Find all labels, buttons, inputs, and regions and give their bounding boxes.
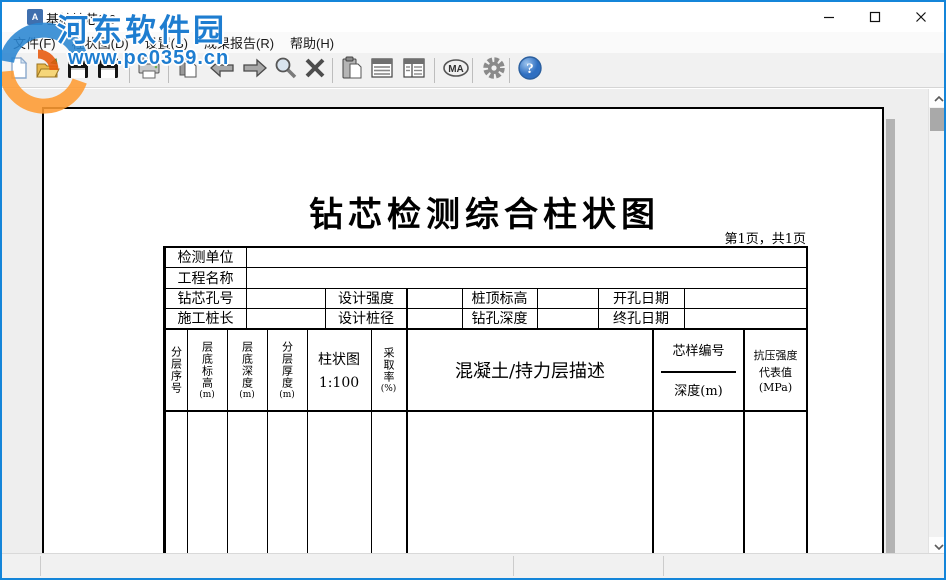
toolbar: MA ? bbox=[2, 53, 944, 88]
document-page: 钻芯检测综合柱状图 第1页，共1页 bbox=[42, 107, 884, 555]
page-number-label: 第1页，共1页 bbox=[606, 228, 806, 247]
statusbar bbox=[2, 553, 944, 578]
window-title: 基桩钻芯2.0 bbox=[46, 9, 116, 28]
col-header-layer-thickness: 分层厚度(m) bbox=[267, 331, 307, 409]
new-document-button[interactable] bbox=[5, 57, 32, 84]
info-label-design-strength: 设计强度 bbox=[325, 288, 407, 308]
info-label-design-diameter: 设计桩径 bbox=[325, 308, 407, 328]
help-icon: ? bbox=[517, 55, 543, 86]
printer-icon bbox=[136, 56, 162, 85]
ma-stamp-button[interactable]: MA bbox=[442, 57, 469, 84]
close-button[interactable] bbox=[898, 2, 944, 32]
toolbar-separator bbox=[509, 58, 510, 83]
forward-button[interactable] bbox=[241, 57, 268, 84]
info-label-end-date: 终孔日期 bbox=[598, 308, 684, 328]
clipboard-icon bbox=[340, 56, 364, 85]
scrollbar-thumb[interactable] bbox=[930, 108, 946, 131]
fraction-line bbox=[661, 371, 736, 373]
menu-result-report[interactable]: 成果报告(R) bbox=[196, 31, 282, 54]
maximize-icon bbox=[869, 11, 881, 23]
delete-button[interactable] bbox=[301, 57, 328, 84]
app-icon: A bbox=[27, 9, 43, 25]
minimize-icon bbox=[823, 11, 835, 23]
info-label-project-name: 工程名称 bbox=[165, 268, 246, 288]
print-button[interactable] bbox=[135, 57, 162, 84]
back-button[interactable] bbox=[208, 57, 235, 84]
titlebar: A 基桩钻芯2.0 bbox=[2, 2, 944, 32]
svg-text:MA: MA bbox=[448, 64, 464, 75]
save-as-button[interactable] bbox=[94, 57, 121, 84]
menubar: 文件(F) 柱状图(D) 设置(S) 成果报告(R) 帮助(H) bbox=[2, 32, 944, 53]
toolbar-separator bbox=[472, 58, 473, 83]
maximize-button[interactable] bbox=[852, 2, 898, 32]
info-label-inspection-unit: 检测单位 bbox=[165, 247, 246, 267]
col-header-layer-no: 分层序号 bbox=[165, 331, 187, 409]
app-window: A 基桩钻芯2.0 文件(F) 柱状图(D) 设置(S) 成果 bbox=[0, 0, 946, 580]
gear-icon bbox=[482, 56, 506, 85]
page-shadow bbox=[886, 119, 895, 555]
statusbar-divider bbox=[663, 556, 664, 576]
toolbar-separator bbox=[129, 58, 130, 83]
col-header-concrete-description: 混凝土/持力层描述 bbox=[408, 331, 652, 409]
chevron-up-icon bbox=[934, 89, 944, 107]
paste-button[interactable] bbox=[338, 57, 365, 84]
forward-arrow-icon bbox=[242, 57, 268, 84]
minimize-button[interactable] bbox=[806, 2, 852, 32]
col-header-bottom-elevation: 层底标高(m) bbox=[187, 331, 227, 409]
magnifier-icon bbox=[273, 56, 297, 85]
close-icon bbox=[915, 11, 927, 23]
col-header-columnar-diagram: 柱状图 1:100 bbox=[307, 331, 371, 409]
report-list-button[interactable] bbox=[368, 57, 395, 84]
toolbar-separator bbox=[168, 58, 169, 83]
toolbar-separator bbox=[332, 58, 333, 83]
col-header-bottom-depth: 层底深度(m) bbox=[227, 331, 267, 409]
menu-file[interactable]: 文件(F) bbox=[5, 31, 64, 54]
info-label-drill-depth: 钻孔深度 bbox=[462, 308, 537, 328]
col-header-compressive-strength: 抗压强度 代表值 (MPa) bbox=[745, 331, 806, 409]
open-folder-icon bbox=[35, 56, 61, 85]
x-icon bbox=[303, 56, 327, 85]
menu-settings[interactable]: 设置(S) bbox=[137, 31, 196, 54]
ma-oval-icon: MA bbox=[442, 57, 470, 84]
new-document-icon bbox=[7, 56, 31, 85]
menu-columnar-diagram[interactable]: 柱状图(D) bbox=[64, 31, 137, 54]
save-button[interactable] bbox=[64, 57, 91, 84]
back-arrow-icon bbox=[209, 57, 235, 84]
copy-page-icon bbox=[176, 56, 200, 85]
copy-page-button[interactable] bbox=[174, 57, 201, 84]
statusbar-divider bbox=[40, 556, 41, 576]
svg-text:?: ? bbox=[526, 61, 534, 77]
info-label-open-date: 开孔日期 bbox=[598, 288, 684, 308]
settings-button[interactable] bbox=[480, 57, 507, 84]
open-file-button[interactable] bbox=[34, 57, 61, 84]
help-button[interactable]: ? bbox=[516, 57, 543, 84]
col-header-recovery-rate: 采取率(%) bbox=[371, 331, 406, 409]
report-columns-button[interactable] bbox=[400, 57, 427, 84]
zoom-button[interactable] bbox=[271, 57, 298, 84]
report-columns-icon bbox=[402, 56, 426, 85]
col-header-depth: 深度(m) bbox=[654, 379, 743, 399]
window-controls bbox=[806, 2, 944, 32]
report-list-icon bbox=[370, 56, 394, 85]
info-label-pile-length: 施工桩长 bbox=[165, 308, 246, 328]
statusbar-divider bbox=[513, 556, 514, 576]
save-floppy-icon bbox=[66, 56, 90, 85]
scroll-up-button[interactable] bbox=[929, 89, 946, 107]
col-header-core-sample-no: 芯样编号 bbox=[654, 339, 743, 359]
menu-help[interactable]: 帮助(H) bbox=[282, 31, 342, 54]
save-as-floppy-icon bbox=[96, 56, 120, 85]
toolbar-separator bbox=[434, 58, 435, 83]
document-viewer: 钻芯检测综合柱状图 第1页，共1页 bbox=[2, 89, 946, 555]
info-label-pile-top-elev: 桩顶标高 bbox=[462, 288, 537, 308]
vertical-scrollbar[interactable] bbox=[928, 89, 946, 555]
info-label-core-hole-no: 钻芯孔号 bbox=[165, 288, 246, 308]
